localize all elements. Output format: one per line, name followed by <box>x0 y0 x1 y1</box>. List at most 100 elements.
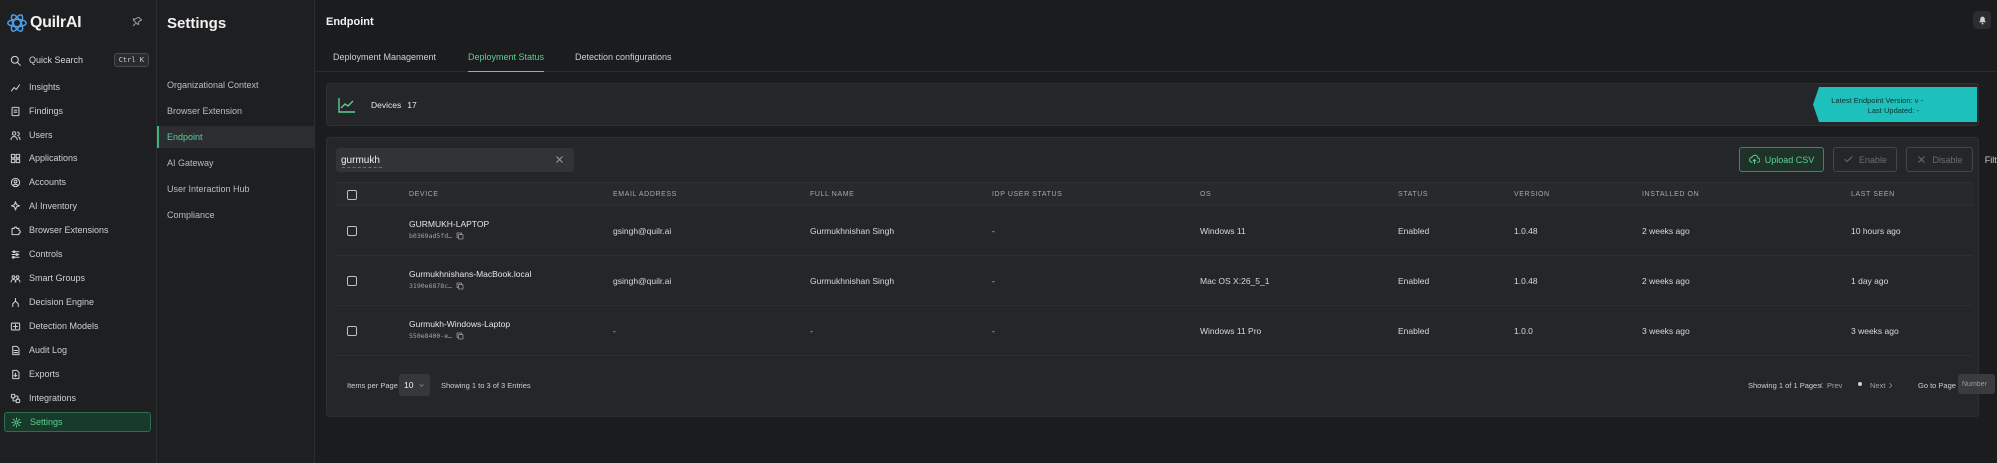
close-icon <box>1918 156 1926 163</box>
sidebar-item-label: Insights <box>29 82 61 92</box>
enable-button[interactable]: Enable <box>1833 147 1897 172</box>
notifications-button[interactable] <box>1973 11 1991 29</box>
installed-on-cell: 2 weeks ago <box>1642 226 1690 236</box>
sidebar-item-users[interactable]: Users <box>4 125 151 145</box>
prev-page-button[interactable]: Prev <box>1818 381 1842 390</box>
puzzle-icon <box>11 226 21 235</box>
copy-icon[interactable] <box>456 332 464 340</box>
decision-icon <box>12 297 19 307</box>
quick-search-label: Quick Search <box>29 55 84 65</box>
chevron-down-icon <box>419 383 425 387</box>
tab-detection-configurations[interactable]: Detection configurations <box>575 52 672 72</box>
settings-item-compliance[interactable]: Compliance <box>157 204 314 226</box>
row-checkbox[interactable] <box>347 226 357 236</box>
tab-deployment-management[interactable]: Deployment Management <box>333 52 436 72</box>
sidebar-item-integrations[interactable]: Integrations <box>4 388 151 408</box>
column-header-os[interactable]: OS <box>1200 191 1211 198</box>
devices-count: 17 <box>407 100 417 110</box>
row-checkbox[interactable] <box>347 326 357 336</box>
quick-search[interactable]: Quick Search Ctrl K <box>4 51 149 69</box>
bell-icon <box>1978 16 1986 24</box>
column-header-idp-user-status[interactable]: IDP USER STATUS <box>992 191 1062 198</box>
column-header-email-address[interactable]: EMAIL ADDRESS <box>613 191 677 198</box>
sidebar-item-detection-models[interactable]: Detection Models <box>4 316 151 336</box>
table-row[interactable]: Gurmukh-Windows-Laptop 550e8400-e… - - - Wind… <box>336 306 1973 356</box>
tab-deployment-status[interactable]: Deployment Status <box>468 52 545 72</box>
sidebar-item-label: Settings <box>30 417 63 427</box>
app-logo[interactable]: QuilrAI <box>6 10 151 36</box>
column-header-device[interactable]: DEVICE <box>409 191 439 198</box>
chevron-right-icon <box>1889 382 1893 389</box>
table-header: DEVICE EMAIL ADDRESS FULL NAME IDP USER STA… <box>336 182 1973 206</box>
device-name: Gurmukhnishans-MacBook.local <box>409 269 532 279</box>
status-cell: Enabled <box>1398 226 1430 236</box>
enable-label: Enable <box>1858 154 1888 165</box>
device-id-text: b0369ad5fd… <box>409 232 453 240</box>
disable-button[interactable]: Disable <box>1906 147 1973 172</box>
copy-icon[interactable] <box>456 282 464 290</box>
sidebar-item-audit-log[interactable]: Audit Log <box>4 340 151 360</box>
chart-line-icon <box>10 83 21 91</box>
quilr-logo-icon <box>7 14 27 32</box>
sidebar-item-applications[interactable]: Applications <box>4 148 151 168</box>
sidebar-item-controls[interactable]: Controls <box>4 244 151 264</box>
pin-icon[interactable] <box>132 16 143 27</box>
search-input[interactable] <box>341 152 541 168</box>
spellcheck-underline <box>342 167 382 168</box>
full-name-cell: Gurmukhnishan Singh <box>810 226 895 236</box>
controls-icon <box>11 249 20 259</box>
device-name: GURMUKH-LAPTOP <box>409 219 490 229</box>
sidebar-item-decision-engine[interactable]: Decision Engine <box>4 292 151 312</box>
items-per-page-value: 10 <box>404 380 414 390</box>
sidebar-item-label: Controls <box>29 249 63 259</box>
sidebar-item-smart-groups[interactable]: Smart Groups <box>4 268 151 288</box>
version-cell: 1.0.0 <box>1514 326 1533 336</box>
status-cell: Enabled <box>1398 276 1430 286</box>
current-page-dot <box>1858 382 1862 386</box>
copy-icon[interactable] <box>456 232 464 240</box>
prev-label: Prev <box>1827 381 1843 390</box>
last-seen-cell: 10 hours ago <box>1851 226 1901 236</box>
export-icon <box>12 369 20 379</box>
device-id-text: 3190e6878c… <box>409 282 453 290</box>
devices-label-text: Devices <box>371 100 402 110</box>
settings-item-ai-gateway[interactable]: AI Gateway <box>157 152 314 174</box>
sidebar-item-ai-inventory[interactable]: AI Inventory <box>4 196 151 216</box>
integrations-icon <box>10 393 21 403</box>
sidebar-item-findings[interactable]: Findings <box>4 101 151 121</box>
installed-on-cell: 3 weeks ago <box>1642 326 1690 336</box>
version-cell: 1.0.48 <box>1514 226 1538 236</box>
sidebar-item-browser-extensions[interactable]: Browser Extensions <box>4 220 151 240</box>
quick-search-shortcut: Ctrl K <box>113 53 149 67</box>
full-name-cell: - <box>810 326 813 336</box>
findings-icon <box>11 106 20 116</box>
sidebar-item-settings[interactable]: Settings <box>4 412 151 432</box>
settings-item-browser-extension[interactable]: Browser Extension <box>157 100 314 122</box>
clear-search-icon[interactable] <box>554 154 565 165</box>
filters-button[interactable]: Filters <box>1983 147 1997 172</box>
sidebar-item-exports[interactable]: Exports <box>4 364 151 384</box>
sidebar-item-label: Exports <box>29 369 60 379</box>
sidebar-item-label: Decision Engine <box>29 297 95 307</box>
sidebar-item-insights[interactable]: Insights <box>4 77 151 97</box>
items-per-page-select[interactable]: 10 <box>399 374 430 396</box>
column-header-status[interactable]: STATUS <box>1398 191 1428 198</box>
go-to-page-input[interactable] <box>1958 374 1995 394</box>
settings-item-user-interaction-hub[interactable]: User Interaction Hub <box>157 178 314 200</box>
column-header-full-name[interactable]: FULL NAME <box>810 191 854 198</box>
chevron-left-icon <box>1819 382 1823 389</box>
settings-item-organizational-context[interactable]: Organizational Context <box>157 74 314 96</box>
table-row[interactable]: GURMUKH-LAPTOP b0369ad5fd… gsingh@quilr.ai… <box>336 206 1973 256</box>
table-row[interactable]: Gurmukhnishans-MacBook.local 3190e6878c… g… <box>336 256 1973 306</box>
sidebar-item-accounts[interactable]: Accounts <box>4 172 151 192</box>
go-to-page-label: Go to Page <box>1918 381 1956 390</box>
upload-csv-button[interactable]: Upload CSV <box>1739 147 1824 172</box>
settings-item-endpoint[interactable]: Endpoint <box>157 126 314 148</box>
column-header-version[interactable]: VERSION <box>1514 191 1550 198</box>
column-header-last-seen[interactable]: LAST SEEN <box>1851 191 1895 198</box>
device-name: Gurmukh-Windows-Laptop <box>409 319 511 329</box>
row-checkbox[interactable] <box>347 276 357 286</box>
select-all-checkbox[interactable] <box>347 190 357 200</box>
next-page-button[interactable]: Next <box>1870 381 1894 390</box>
column-header-installed-on[interactable]: INSTALLED ON <box>1642 191 1699 198</box>
